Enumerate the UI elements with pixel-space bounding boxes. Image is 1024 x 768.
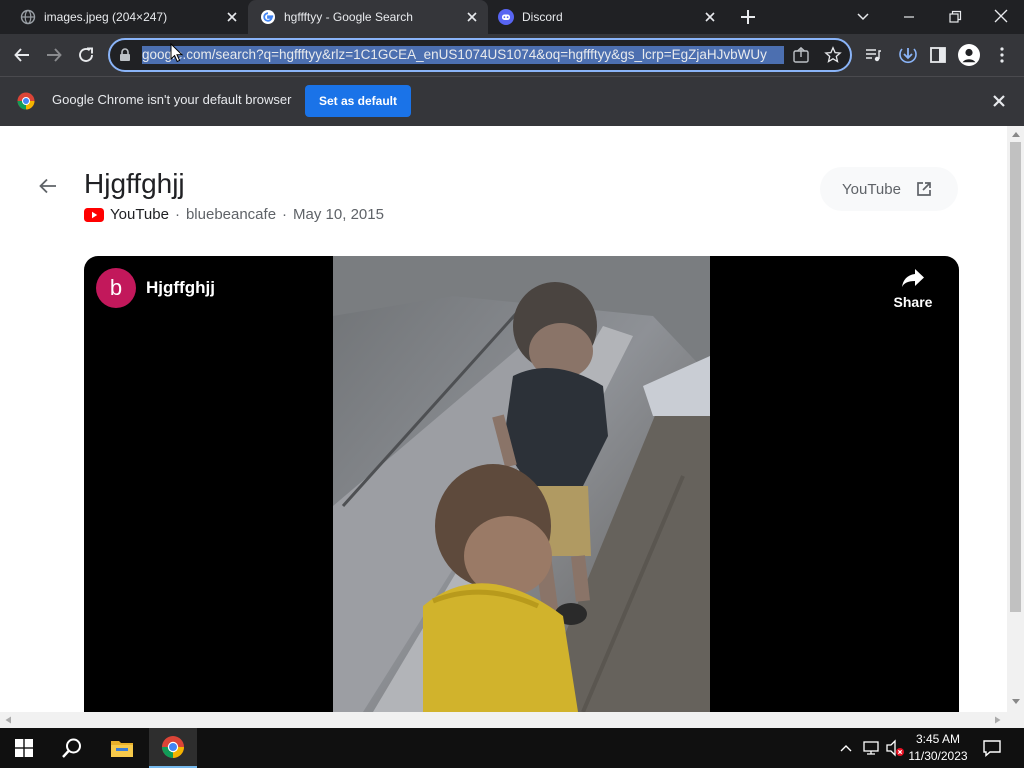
open-youtube-label: YouTube — [842, 180, 901, 198]
start-button[interactable] — [0, 728, 48, 768]
youtube-logo-icon — [84, 207, 104, 222]
clock-date: 11/30/2023 — [908, 749, 968, 763]
video-date: May 10, 2015 — [293, 206, 384, 223]
chrome-taskbar-icon[interactable] — [149, 728, 197, 768]
show-hidden-icons-icon[interactable] — [838, 740, 854, 756]
tab-title: hgffftyy - Google Search — [284, 10, 413, 24]
side-panel-icon[interactable] — [929, 46, 947, 64]
close-tab-icon[interactable] — [464, 9, 480, 25]
minimize-icon[interactable] — [900, 8, 918, 26]
address-bar-url[interactable]: google.com/search?q=hgffftyy&rlz=1C1GCEA… — [142, 46, 784, 64]
scrollbar-thumb[interactable] — [1010, 142, 1021, 612]
channel-avatar[interactable]: b — [96, 268, 136, 308]
share-page-icon[interactable] — [792, 46, 810, 64]
open-external-icon — [915, 180, 933, 198]
network-icon[interactable] — [862, 739, 880, 757]
system-clock[interactable]: 3:45 AM 11/30/2023 — [900, 731, 976, 765]
video-channel: bluebeancafe — [185, 206, 277, 223]
globe-icon — [20, 9, 36, 25]
forward-button[interactable] — [40, 41, 68, 69]
back-arrow-icon[interactable] — [38, 176, 58, 196]
share-label: Share — [893, 294, 933, 310]
player-title[interactable]: Hjgffghjj — [146, 278, 215, 298]
video-frame[interactable] — [333, 256, 710, 712]
back-button[interactable] — [8, 41, 36, 69]
tab-title: images.jpeg (204×247) — [44, 10, 168, 24]
scroll-down-icon[interactable] — [1011, 698, 1021, 706]
set-as-default-button[interactable]: Set as default — [305, 85, 411, 117]
menu-dots-icon[interactable] — [994, 46, 1010, 64]
scroll-up-icon[interactable] — [1011, 130, 1021, 138]
restore-icon[interactable] — [946, 8, 964, 26]
video-title: Hjgffghjj — [84, 168, 185, 199]
infobar-message: Google Chrome isn't your default browser — [52, 92, 292, 107]
meta-separator: · — [174, 206, 180, 223]
share-arrow-icon — [901, 268, 925, 288]
notifications-icon[interactable] — [982, 738, 1002, 758]
discord-icon — [498, 9, 514, 25]
close-tab-icon[interactable] — [702, 9, 718, 25]
scroll-right-icon[interactable] — [994, 716, 1002, 724]
close-infobar-icon[interactable] — [990, 92, 1008, 110]
lock-icon[interactable] — [119, 48, 131, 62]
tab-title: Discord — [522, 10, 563, 24]
media-queue-icon[interactable] — [864, 46, 882, 64]
clock-time: 3:45 AM — [915, 732, 961, 746]
tab-google-search[interactable]: hgffftyy - Google Search — [248, 0, 488, 34]
reload-button[interactable] — [72, 41, 100, 69]
file-explorer-icon[interactable] — [98, 728, 146, 768]
new-tab-button[interactable] — [738, 8, 758, 26]
search-taskbar-icon[interactable] — [48, 728, 96, 768]
share-button[interactable]: Share — [888, 268, 938, 310]
tab-images[interactable]: images.jpeg (204×247) — [0, 0, 248, 34]
tab-discord[interactable]: Discord — [488, 0, 726, 34]
open-youtube-button[interactable]: YouTube — [820, 167, 958, 211]
video-source: YouTube — [110, 206, 169, 223]
close-tab-icon[interactable] — [224, 9, 240, 25]
chrome-logo-icon — [17, 92, 35, 110]
bookmark-star-icon[interactable] — [824, 46, 842, 64]
google-icon — [260, 9, 276, 25]
close-window-icon[interactable] — [991, 6, 1011, 26]
scroll-left-icon[interactable] — [4, 716, 12, 724]
horizontal-scrollbar[interactable] — [0, 712, 1024, 728]
meta-separator: · — [282, 206, 288, 223]
video-meta: YouTube · bluebeancafe · May 10, 2015 — [84, 206, 384, 223]
download-icon[interactable] — [898, 45, 918, 65]
profile-avatar-icon[interactable] — [958, 44, 980, 66]
tab-search-icon[interactable] — [854, 8, 872, 26]
mouse-cursor-icon — [170, 43, 184, 63]
